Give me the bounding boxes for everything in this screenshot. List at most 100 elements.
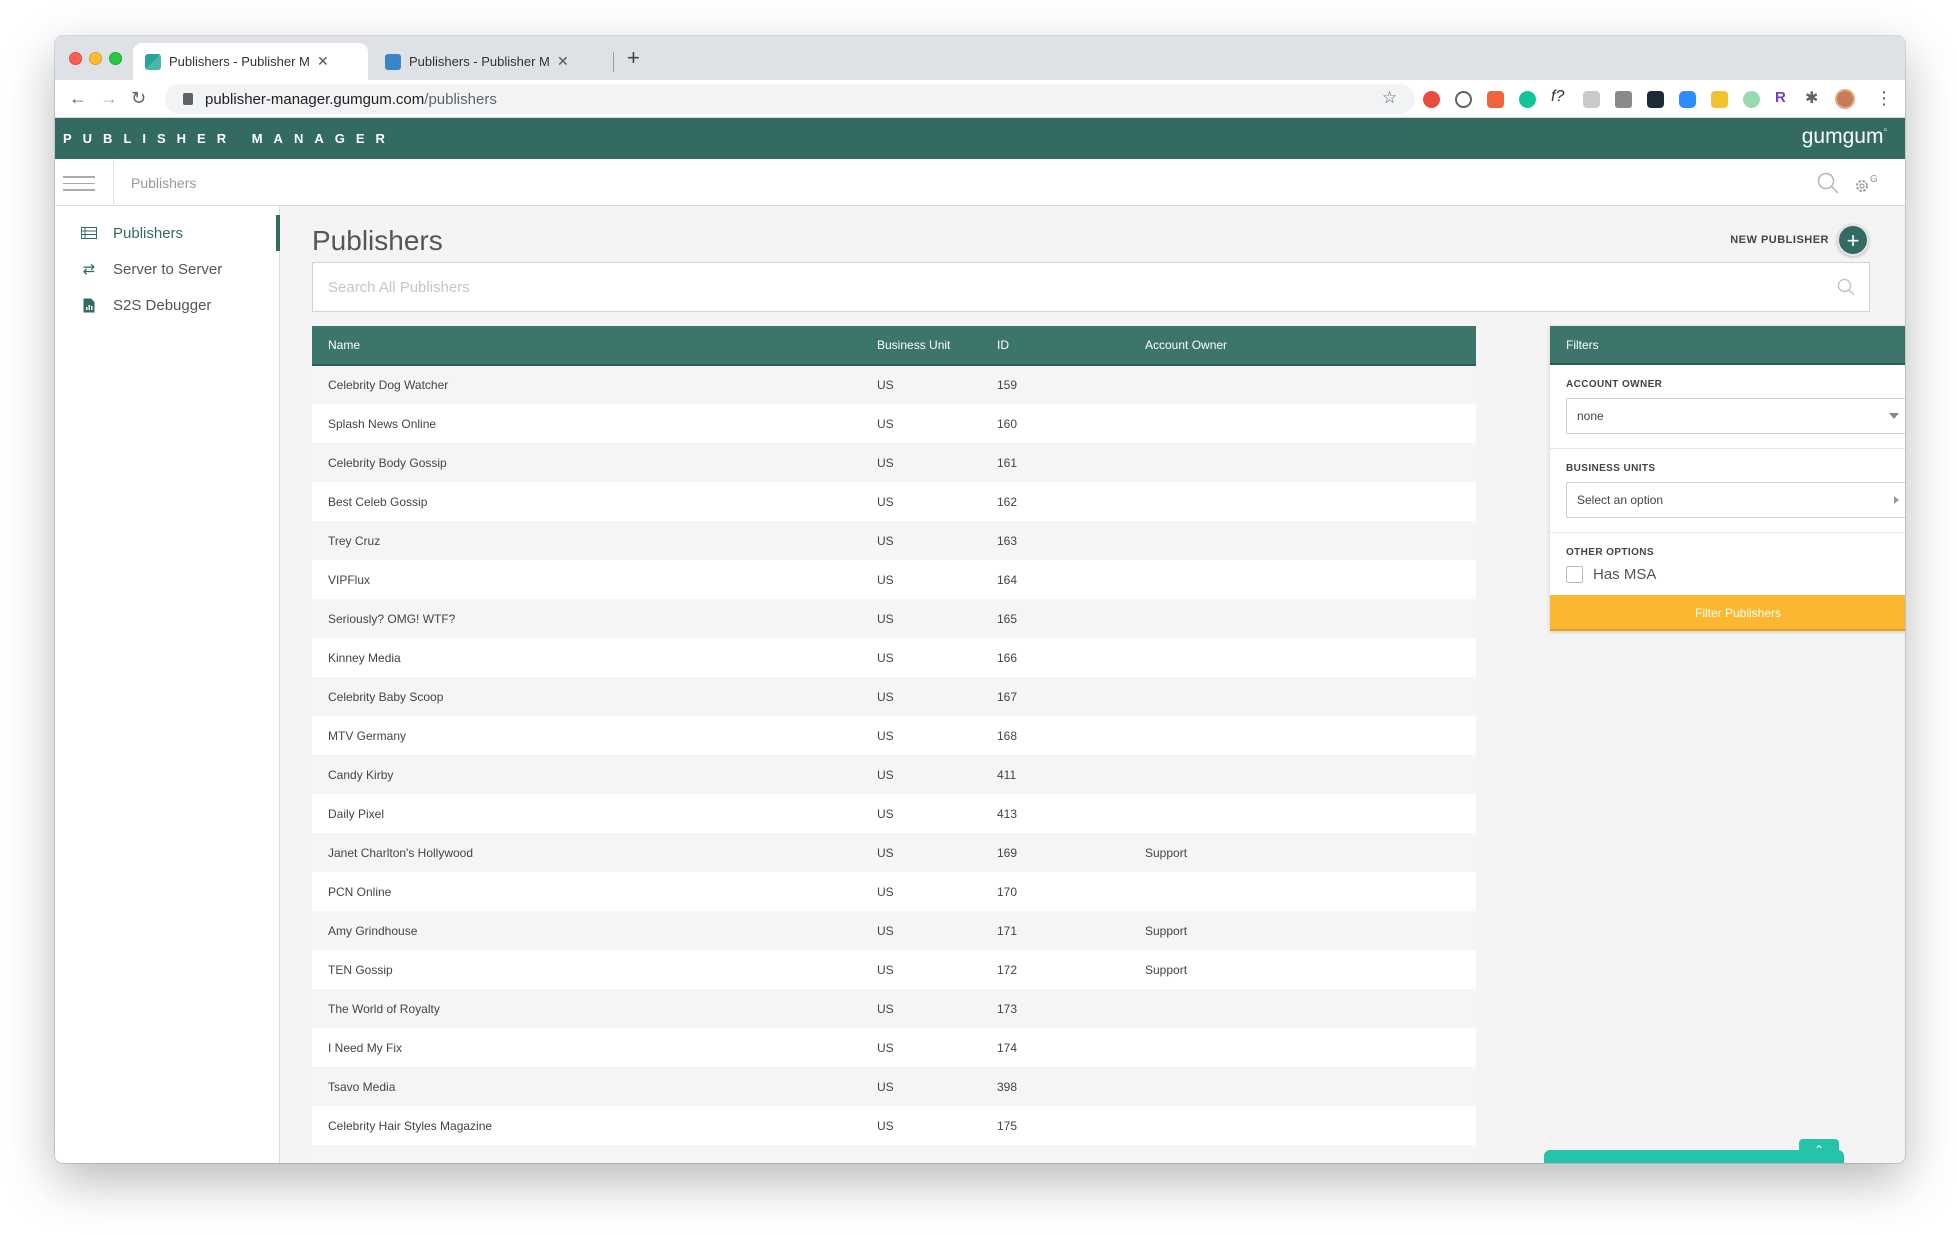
browser-tab-active[interactable]: Publishers - Publisher Manager ✕: [133, 43, 368, 80]
document-icon[interactable]: [1583, 91, 1600, 108]
cell-account-owner: [1145, 482, 1476, 521]
has-msa-checkbox[interactable]: Has MSA: [1566, 566, 1905, 583]
cell-account-owner: [1145, 599, 1476, 638]
bookmark-star-icon[interactable]: ☆: [1382, 88, 1397, 108]
table-row[interactable]: Trey Cruz US 163: [312, 521, 1476, 560]
column-header-name[interactable]: Name: [312, 326, 877, 366]
account-owner-select[interactable]: none: [1566, 398, 1905, 434]
profile-avatar[interactable]: [1835, 89, 1855, 109]
search-input[interactable]: [313, 263, 1793, 311]
badge-2-icon[interactable]: [1423, 91, 1440, 108]
table-row[interactable]: Seriously? OMG! WTF? US 165: [312, 599, 1476, 638]
r-icon[interactable]: R: [1775, 89, 1792, 106]
cell-business-unit: US: [877, 806, 894, 821]
table-row[interactable]: The World of Royalty US 173: [312, 989, 1476, 1028]
table-row[interactable]: [312, 1145, 1476, 1163]
cell-name: TEN Gossip: [328, 962, 393, 977]
breadcrumb: Publishers: [131, 175, 197, 191]
chart-icon[interactable]: [1487, 91, 1504, 108]
badge-1-icon[interactable]: [1711, 91, 1728, 108]
table-row[interactable]: Candy Kirby US 411: [312, 755, 1476, 794]
cell-id: 171: [997, 923, 1018, 938]
table-row[interactable]: Best Celeb Gossip US 162: [312, 482, 1476, 521]
cell-id: 411: [997, 767, 1017, 782]
gumgum-logo: gumgum▫: [1802, 125, 1887, 149]
leaf-icon[interactable]: [1743, 91, 1760, 108]
column-header-business-unit[interactable]: Business Unit: [877, 326, 997, 366]
cell-name: MTV Germany: [328, 728, 407, 743]
cell-name: Amy Grindhouse: [328, 923, 418, 938]
has-msa-label: Has MSA: [1593, 566, 1657, 583]
search-icon[interactable]: [1817, 172, 1839, 199]
hamburger-menu-icon[interactable]: [63, 176, 95, 191]
checkbox-box[interactable]: [1566, 566, 1583, 583]
cell-account-owner: Support: [1145, 962, 1188, 977]
settings-gear-icon[interactable]: G: [1853, 173, 1879, 200]
table-row[interactable]: Daily Pixel US 413: [312, 794, 1476, 833]
cell-business-unit: US: [877, 923, 894, 938]
cell-business-unit: US: [877, 416, 894, 431]
cell-business-unit: US: [877, 884, 894, 899]
cell-account-owner: [1145, 1028, 1476, 1067]
cell-business-unit: US: [877, 728, 894, 743]
react-icon[interactable]: [1647, 91, 1664, 108]
cell-name: Celebrity Hair Styles Magazine: [328, 1118, 493, 1133]
cell-account-owner: [1145, 365, 1476, 404]
sidebar-item-publishers[interactable]: Publishers: [55, 215, 280, 251]
new-tab-button[interactable]: +: [627, 47, 640, 69]
publisher-manager-favicon-icon: [145, 53, 161, 70]
publisher-search: [312, 262, 1870, 312]
cell-account-owner: [1145, 1067, 1476, 1106]
new-publisher-button[interactable]: +: [1837, 224, 1869, 256]
sidebar-item-label: S2S Debugger: [113, 296, 212, 314]
column-header-id[interactable]: ID: [997, 326, 1145, 366]
filters-title: Filters: [1550, 326, 1905, 365]
table-row[interactable]: Amy Grindhouse US 171 Support: [312, 911, 1476, 950]
table-row[interactable]: MTV Germany US 168: [312, 716, 1476, 755]
chevron-up-icon[interactable]: ⌃: [1799, 1139, 1839, 1161]
maximize-window-button[interactable]: [109, 52, 122, 65]
table-row[interactable]: Celebrity Body Gossip US 161: [312, 443, 1476, 482]
back-arrow-icon[interactable]: ←: [69, 89, 87, 107]
table-row[interactable]: PCN Online US 170: [312, 872, 1476, 911]
cell-account-owner: Support: [1145, 845, 1188, 860]
sidebar-item-server-to-server[interactable]: ⇄ Server to Server: [55, 251, 280, 287]
sidebar-item-label: Server to Server: [113, 260, 223, 278]
close-window-button[interactable]: [69, 52, 82, 65]
table-row[interactable]: Kinney Media US 166: [312, 638, 1476, 677]
browser-menu-icon[interactable]: ⋮: [1875, 88, 1893, 109]
column-header-account-owner[interactable]: Account Owner: [1145, 326, 1476, 366]
filter-publishers-button[interactable]: Filter Publishers: [1550, 595, 1905, 631]
close-tab-icon[interactable]: ✕: [557, 53, 569, 70]
table-row[interactable]: Celebrity Dog Watcher US 159: [312, 365, 1476, 404]
table-row[interactable]: TEN Gossip US 172 Support: [312, 950, 1476, 989]
table-row[interactable]: Tsavo Media US 398: [312, 1067, 1476, 1106]
cell-account-owner: [1145, 989, 1476, 1028]
table-row[interactable]: Janet Charlton's Hollywood US 169 Support: [312, 833, 1476, 872]
puzzle-icon[interactable]: ✱: [1805, 88, 1822, 107]
table-row[interactable]: Celebrity Hair Styles Magazine US 175: [312, 1106, 1476, 1145]
table-row[interactable]: Splash News Online US 160: [312, 404, 1476, 443]
business-units-select[interactable]: Select an option: [1566, 482, 1905, 518]
grammarly-icon[interactable]: [1519, 91, 1536, 108]
cell-id: 175: [997, 1118, 1018, 1133]
camera-icon[interactable]: [1615, 91, 1632, 108]
cell-account-owner: [1145, 716, 1476, 755]
table-row[interactable]: Celebrity Baby Scoop US 167: [312, 677, 1476, 716]
close-tab-icon[interactable]: ✕: [317, 53, 329, 70]
reload-icon[interactable]: ↻: [131, 89, 146, 107]
search-icon[interactable]: [1837, 278, 1855, 301]
table-row[interactable]: I Need My Fix US 174: [312, 1028, 1476, 1067]
browser-tab[interactable]: Publishers - Publisher Manager ✕: [373, 43, 608, 80]
new-publisher-label[interactable]: NEW PUBLISHER: [1730, 234, 1829, 246]
cell-business-unit: US: [877, 1118, 894, 1133]
formula-icon[interactable]: f?: [1551, 88, 1568, 105]
cell-id: 166: [997, 650, 1018, 665]
sidebar-item-s2s-debugger[interactable]: S2S Debugger: [55, 287, 280, 323]
zoom-icon[interactable]: [1679, 91, 1696, 108]
address-bar[interactable]: publisher-manager.gumgum.com/publishers: [165, 84, 1415, 114]
minimize-window-button[interactable]: [89, 52, 102, 65]
forward-arrow-icon[interactable]: →: [100, 89, 118, 107]
table-row[interactable]: VIPFlux US 164: [312, 560, 1476, 599]
circle-icon[interactable]: [1455, 91, 1472, 108]
